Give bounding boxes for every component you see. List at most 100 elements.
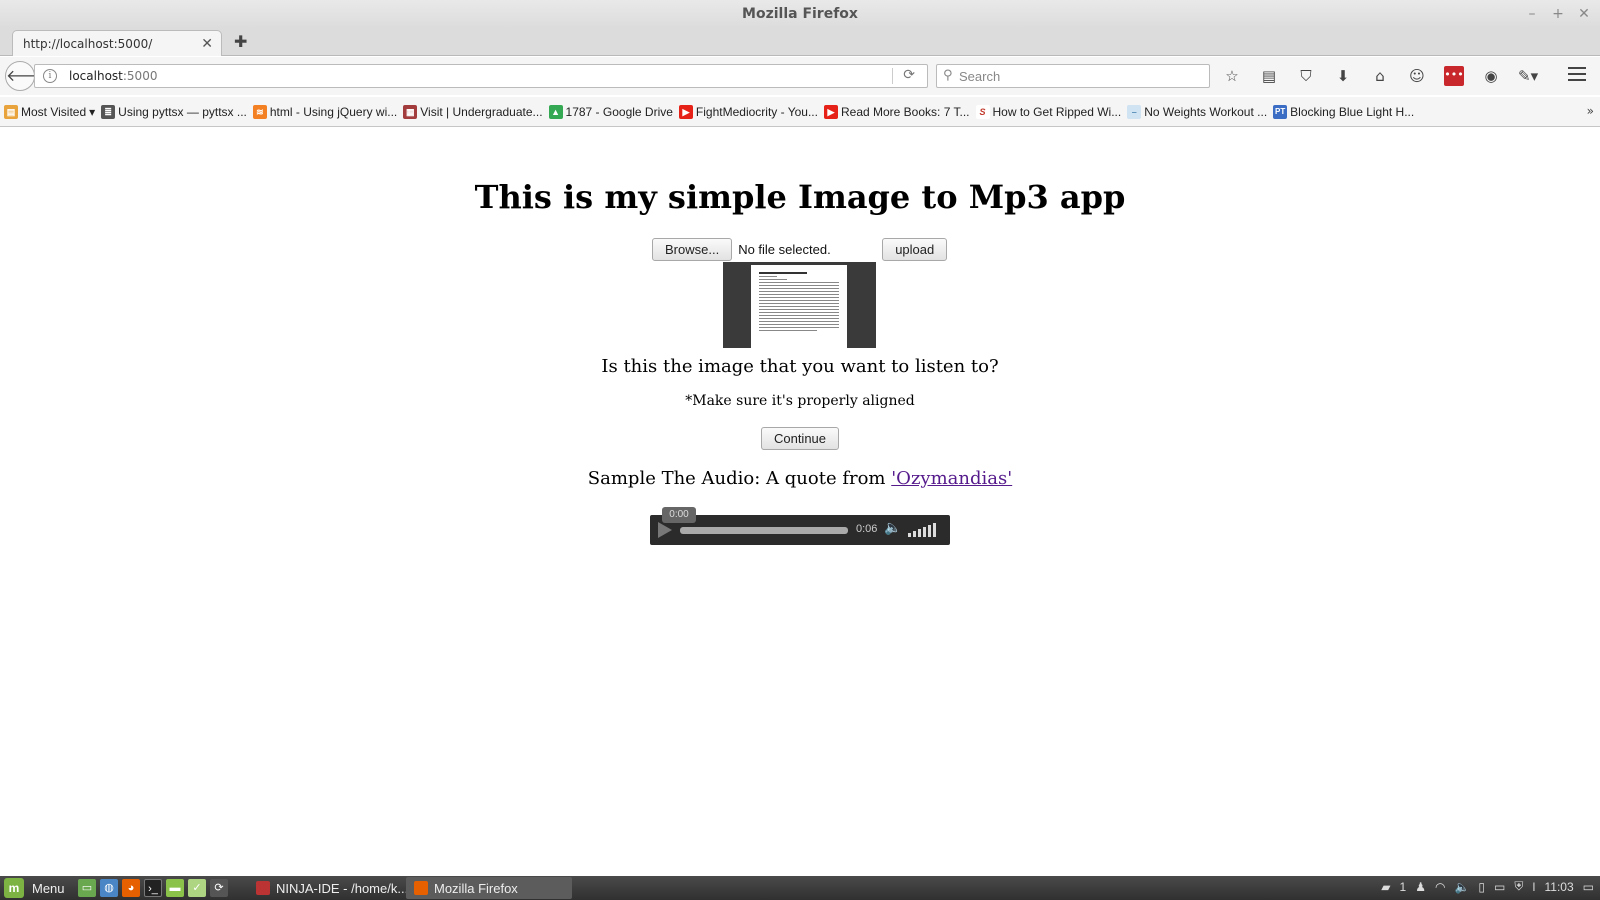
search-icon: ⚲: [943, 68, 953, 83]
current-time: 0:00: [662, 507, 696, 523]
minimize-button[interactable]: –: [1524, 0, 1540, 28]
document-thumbnail: [751, 265, 847, 348]
user-icon[interactable]: ♟: [1415, 880, 1426, 894]
star-icon[interactable]: ☆: [1222, 66, 1242, 86]
bookmark-label: Visit | Undergraduate...: [420, 104, 543, 119]
bookmark-item[interactable]: ▦ Visit | Undergraduate...: [403, 104, 543, 119]
seek-bar[interactable]: [680, 527, 848, 534]
window-title: Mozilla Firefox: [742, 6, 858, 22]
library-icon[interactable]: ▤: [1259, 66, 1279, 86]
image-preview: [723, 262, 876, 348]
menu-label: Menu: [32, 880, 65, 896]
audio-duration: 0:06: [856, 523, 878, 535]
maximize-button[interactable]: +: [1550, 0, 1566, 28]
back-button[interactable]: 🡐: [5, 61, 49, 91]
page-title: This is my simple Image to Mp3 app: [474, 178, 1126, 216]
url-host: localhost: [69, 69, 123, 83]
bookmark-item[interactable]: ≣ Using pyttsx — pyttsx ...: [101, 104, 247, 119]
toolbar-icons: ☆ ▤ ⛉ ⬇ ⌂ ☺ ••• ◉ ✎▾: [1222, 66, 1538, 86]
software-icon[interactable]: ✓: [188, 879, 206, 897]
bookmark-item[interactable]: ▶ Read More Books: 7 T...: [823, 104, 970, 119]
window-controls: – + ✕: [1524, 0, 1592, 28]
url-separator: [892, 68, 893, 84]
addon-red-icon[interactable]: •••: [1444, 66, 1464, 86]
continue-button[interactable]: Continue: [760, 427, 840, 450]
reload-icon[interactable]: ⟳: [903, 67, 915, 83]
tab-localhost[interactable]: http://localhost:5000/ ✕: [12, 30, 222, 56]
bookmark-label: html - Using jQuery wi...: [269, 104, 398, 119]
youtube-icon: ▶: [823, 104, 838, 119]
generic-page-icon: –: [1127, 104, 1142, 119]
speaker-icon[interactable]: 🔈: [884, 520, 901, 536]
search-bar[interactable]: ⚲: [936, 64, 1210, 88]
bookmark-most-visited[interactable]: ▤ Most Visited ▾: [4, 104, 96, 119]
close-tab-icon[interactable]: ✕: [201, 36, 213, 52]
clipboard-icon[interactable]: ▯: [1478, 880, 1485, 894]
mint-logo-icon: m: [4, 878, 24, 898]
bookmark-label: No Weights Workout ...: [1144, 104, 1268, 119]
shield-icon[interactable]: ⛨: [1514, 879, 1523, 894]
firefox-icon: [414, 881, 428, 895]
pocket-icon[interactable]: ⛉: [1296, 66, 1316, 86]
bookmark-label: Most Visited: [21, 104, 87, 119]
sample-label: Sample The Audio: A quote from: [587, 468, 892, 489]
play-icon[interactable]: [658, 522, 672, 538]
bookmark-label: Using pyttsx — pyttsx ...: [118, 104, 247, 119]
extension-icon[interactable]: ✎▾: [1518, 66, 1538, 86]
menu-icon[interactable]: [1568, 67, 1586, 83]
navigation-bar: 🡐 i localhost:5000 ⟳ ⚲ ☆ ▤ ⛉ ⬇ ⌂ ☺ ••• ◉…: [0, 57, 1600, 95]
url-text[interactable]: localhost:5000: [69, 69, 157, 83]
bookmark-item[interactable]: ▲ 1787 - Google Drive: [548, 104, 673, 119]
bookmark-label: How to Get Ripped Wi...: [992, 104, 1122, 119]
volume-icon[interactable]: 🔈: [1454, 880, 1469, 894]
sample-audio-text: Sample The Audio: A quote from 'Ozymandi…: [0, 468, 1600, 489]
quick-launchers: ▭ ◍ ◕ ›_ ▬ ✓ ⟳: [78, 879, 228, 897]
firefox-icon[interactable]: ◕: [122, 879, 140, 897]
task-ninja-ide[interactable]: NINJA-IDE - /home/k...: [248, 877, 416, 899]
new-tab-button[interactable]: ✚: [234, 32, 247, 51]
home-icon[interactable]: ⌂: [1370, 66, 1390, 86]
browse-button[interactable]: Browse...: [652, 238, 733, 261]
bookmarks-bar: ▤ Most Visited ▾ ≣ Using pyttsx — pyttsx…: [0, 97, 1600, 127]
upload-button[interactable]: upload: [882, 238, 948, 261]
bookmark-item[interactable]: – No Weights Workout ...: [1127, 104, 1268, 119]
close-window-button[interactable]: ✕: [1576, 0, 1592, 28]
bookmark-item[interactable]: ▶ FightMediocrity - You...: [678, 104, 818, 119]
files-icon[interactable]: ▬: [166, 879, 184, 897]
ozymandias-link[interactable]: 'Ozymandias': [891, 468, 1012, 489]
bookmark-label: Blocking Blue Light H...: [1290, 104, 1415, 119]
bookmark-item[interactable]: ≋ html - Using jQuery wi...: [252, 104, 398, 119]
tab-label: http://localhost:5000/: [23, 37, 153, 51]
bookmark-item[interactable]: S How to Get Ripped Wi...: [975, 104, 1122, 119]
clock[interactable]: 11:03: [1545, 880, 1574, 894]
pt-icon: PT: [1273, 104, 1288, 119]
show-desktop-icon[interactable]: ▭: [78, 879, 96, 897]
site-s-icon: S: [975, 104, 990, 119]
info-icon[interactable]: i: [43, 69, 57, 83]
volume-slider[interactable]: [908, 523, 936, 537]
book-icon: ≣: [101, 104, 116, 119]
chat-bubble-icon[interactable]: ▰: [1381, 880, 1390, 894]
page-content: This is my simple Image to Mp3 app Brows…: [0, 128, 1600, 876]
control-center-icon[interactable]: ◍: [100, 879, 118, 897]
chat-icon[interactable]: ☺: [1407, 66, 1427, 86]
url-bar[interactable]: i localhost:5000 ⟳: [34, 64, 928, 88]
upload-form: Browse... No file selected. upload: [652, 238, 948, 261]
folder-icon: ▤: [4, 104, 18, 119]
bookmark-item[interactable]: PT Blocking Blue Light H...: [1273, 104, 1415, 119]
show-desktop-icon[interactable]: ▭: [1583, 880, 1594, 894]
terminal-icon[interactable]: ›_: [144, 879, 162, 897]
wifi-icon[interactable]: ◠: [1435, 880, 1445, 894]
addon-green-icon[interactable]: ◉: [1481, 66, 1501, 86]
chevron-down-icon: ▾: [89, 104, 96, 119]
task-firefox[interactable]: Mozilla Firefox: [406, 877, 572, 899]
alignment-note: *Make sure it's properly aligned: [685, 393, 915, 409]
download-icon[interactable]: ⬇: [1333, 66, 1353, 86]
tab-strip: http://localhost:5000/ ✕ ✚: [0, 28, 1600, 56]
search-input[interactable]: [959, 67, 1199, 85]
battery-icon[interactable]: ▭: [1494, 880, 1505, 894]
bookmarks-overflow-icon[interactable]: »: [1587, 104, 1594, 118]
thermometer-icon[interactable]: ǀ: [1532, 880, 1535, 894]
start-menu-button[interactable]: m Menu: [4, 878, 65, 898]
update-icon[interactable]: ⟳: [210, 879, 228, 897]
